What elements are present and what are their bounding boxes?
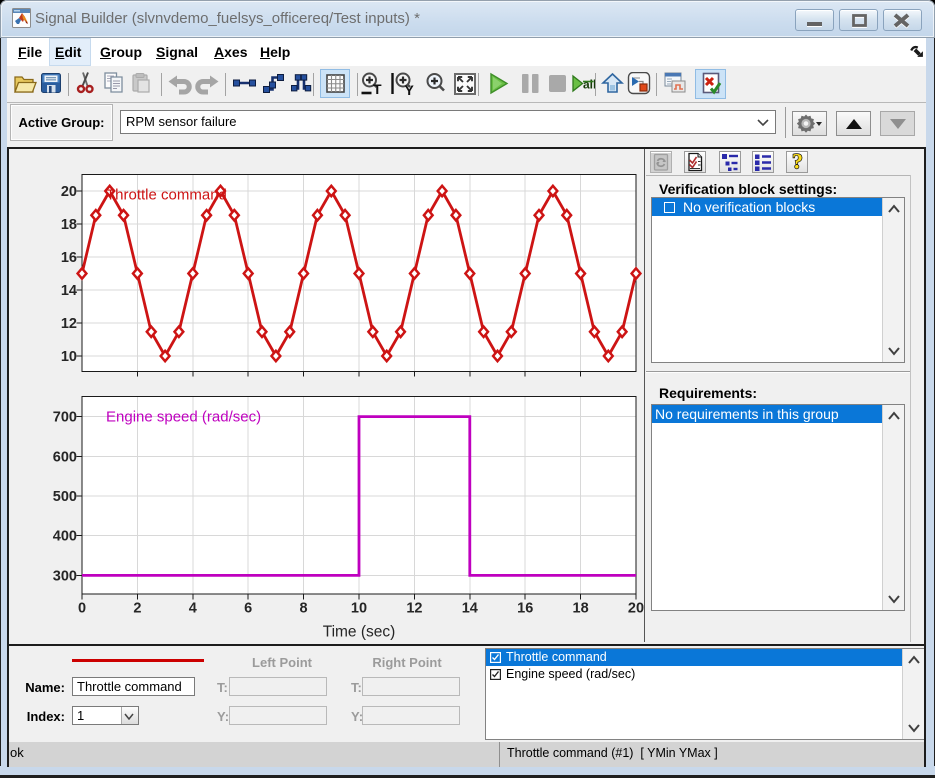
svg-text:20: 20	[628, 601, 644, 617]
svg-text:12: 12	[61, 316, 77, 332]
svg-text:300: 300	[53, 568, 77, 584]
svg-text:400: 400	[53, 529, 77, 545]
svg-text:14: 14	[61, 283, 77, 299]
svg-text:600: 600	[53, 449, 77, 465]
svg-text:2: 2	[133, 601, 141, 617]
svg-text:18: 18	[61, 217, 77, 233]
svg-text:14: 14	[462, 601, 478, 617]
svg-text:500: 500	[53, 489, 77, 505]
svg-text:4: 4	[189, 601, 197, 617]
svg-text:?: ?	[792, 152, 803, 172]
svg-text:Throttle command: Throttle command	[106, 187, 227, 204]
svg-text:10: 10	[351, 601, 367, 617]
svg-text:0: 0	[78, 601, 86, 617]
svg-text:6: 6	[244, 601, 252, 617]
svg-text:700: 700	[53, 410, 77, 426]
svg-text:Engine speed (rad/sec): Engine speed (rad/sec)	[106, 409, 261, 426]
svg-text:20: 20	[61, 184, 77, 200]
svg-text:8: 8	[300, 601, 308, 617]
svg-text:T: T	[373, 81, 382, 97]
svg-text:Y: Y	[405, 82, 415, 98]
svg-text:Time (sec): Time (sec)	[323, 624, 396, 641]
svg-text:16: 16	[517, 601, 533, 617]
svg-text:10: 10	[61, 349, 77, 365]
svg-text:16: 16	[61, 250, 77, 266]
svg-text:18: 18	[573, 601, 589, 617]
svg-text:12: 12	[406, 601, 422, 617]
